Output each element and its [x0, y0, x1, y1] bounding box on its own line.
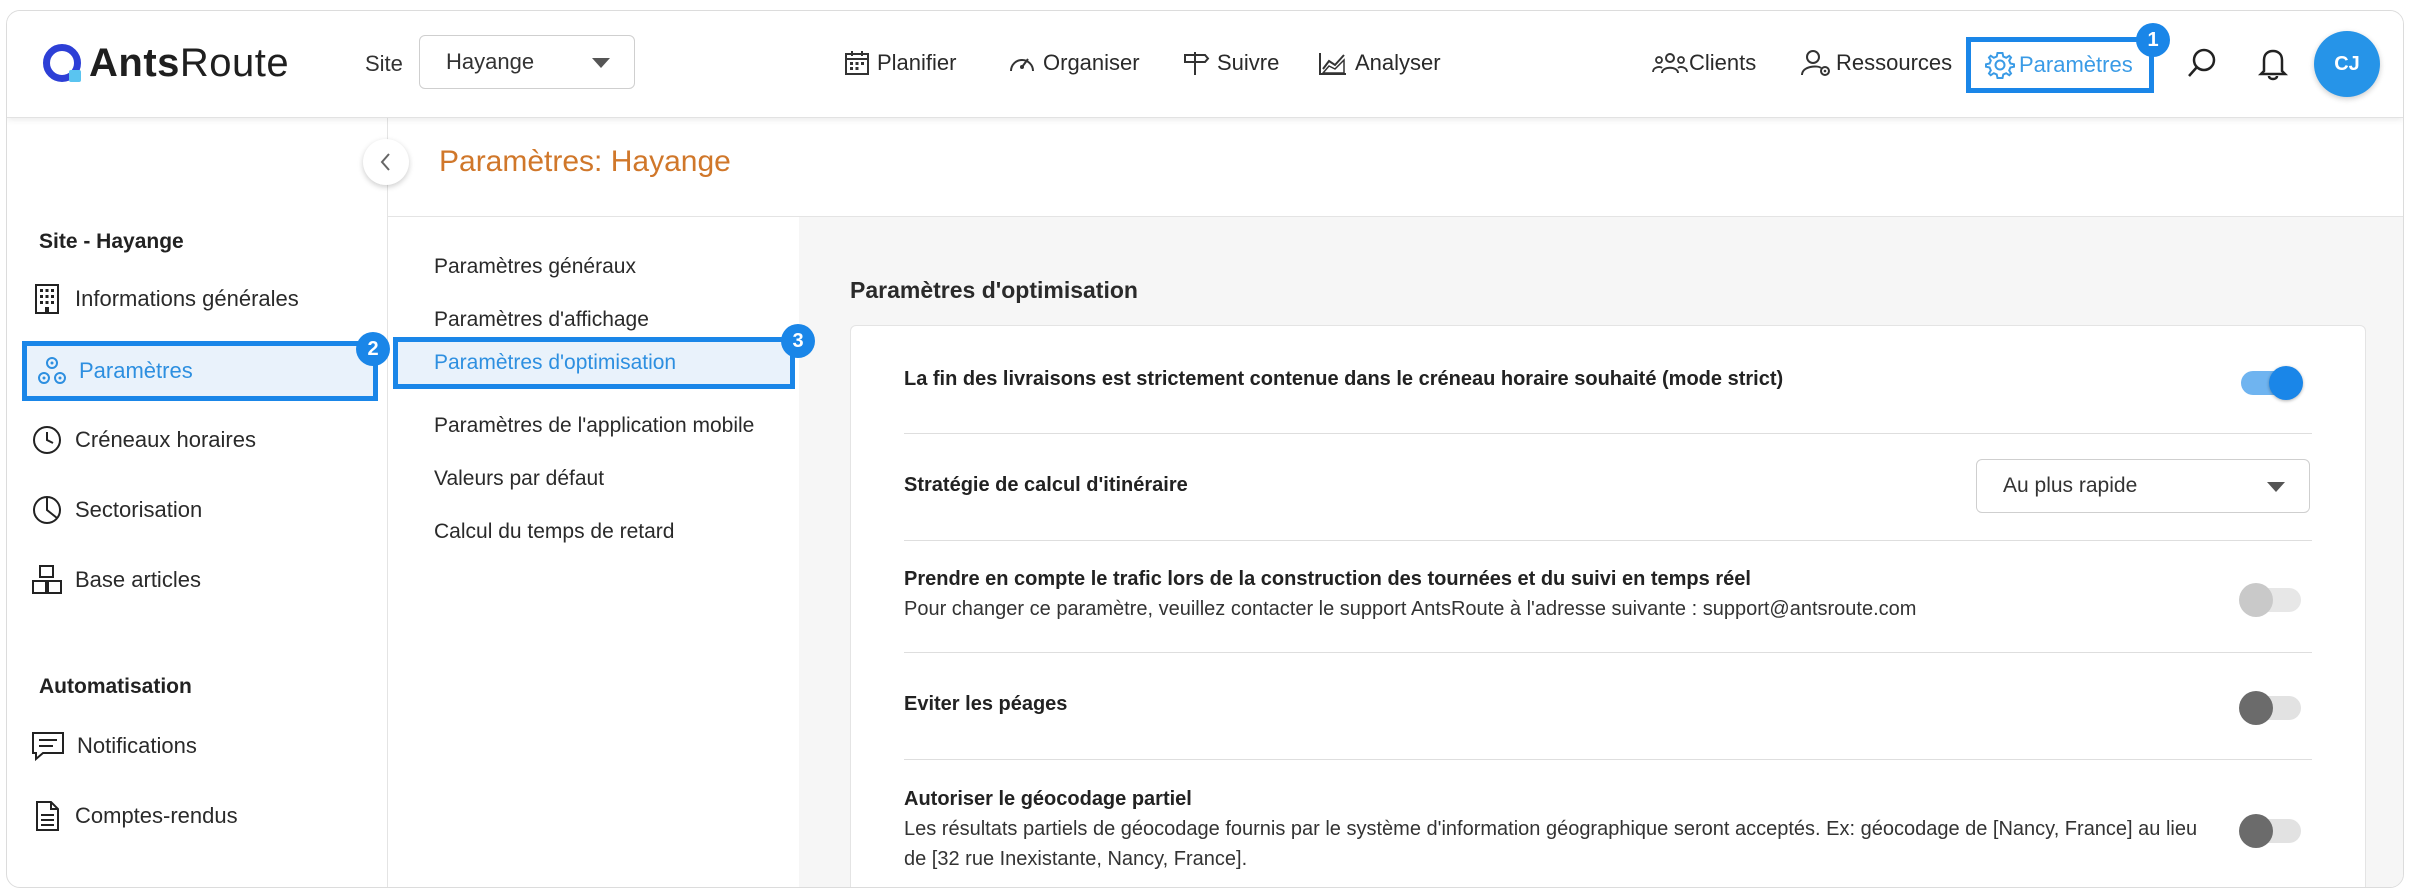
step-badge-2: 2 [356, 332, 390, 366]
row-divider [904, 759, 2312, 760]
step-badge-1: 1 [2136, 23, 2170, 57]
route-strategy-select[interactable]: Au plus rapide [1976, 459, 2310, 513]
sidebar-item-label: Créneaux horaires [75, 427, 256, 452]
sidebar-item-sectorisation[interactable]: Sectorisation [31, 485, 202, 535]
sidebar-item-label: Base articles [75, 567, 201, 592]
boxes-icon [32, 565, 62, 594]
bell-icon[interactable] [2257, 45, 2289, 81]
strict-mode-toggle[interactable] [2241, 366, 2303, 400]
route-strategy-value: Au plus rapide [2003, 474, 2138, 497]
site-select-value: Hayange [446, 49, 535, 74]
gear-icon [1985, 52, 2015, 79]
sidebar-item-notifications[interactable]: Notifications [31, 721, 197, 771]
sidebar-item-label: Sectorisation [75, 497, 203, 522]
user-avatar[interactable]: CJ [2314, 31, 2380, 97]
logo-mark-icon [43, 44, 81, 82]
message-icon [32, 732, 64, 762]
toggle-knob [2239, 583, 2273, 617]
submenu-item-temps-retard[interactable]: Calcul du temps de retard [434, 520, 674, 544]
nav-analyser[interactable]: Analyser [1317, 41, 1441, 85]
sidebar-item-comptes-rendus[interactable]: Comptes-rendus [31, 791, 238, 841]
toggle-knob [2239, 814, 2273, 848]
section-title-optimisation: Paramètres d'optimisation [850, 277, 1138, 303]
settings-submenu: Paramètres généraux Paramètres d'afficha… [388, 217, 800, 887]
nav-ressources-label: Ressources [1836, 50, 1953, 75]
nav-ressources[interactable]: Ressources [1800, 41, 1952, 85]
chevron-down-icon [2267, 482, 2285, 492]
chevron-left-icon [380, 153, 390, 171]
setting-strategy-label: Stratégie de calcul d'itinéraire [904, 474, 1188, 496]
settings-sidebar: Site - Hayange Informations générales Pa… [7, 118, 390, 887]
nav-clients[interactable]: Clients [1651, 41, 1756, 85]
sidebar-item-label: Comptes-rendus [75, 803, 238, 828]
row-divider [904, 433, 2312, 434]
search-icon[interactable] [2185, 45, 2221, 81]
submenu-item-affichage[interactable]: Paramètres d'affichage [434, 308, 649, 332]
signpost-icon [1184, 52, 1210, 75]
sidebar-item-label: Paramètres [79, 358, 193, 383]
sidebar-item-creneaux[interactable]: Créneaux horaires [31, 415, 256, 465]
nav-organiser[interactable]: Organiser [1007, 41, 1140, 85]
partial-geocoding-toggle[interactable] [2239, 814, 2301, 848]
antsroute-logo[interactable]: AntsRoute [43, 39, 289, 87]
step-badge-3: 3 [781, 324, 815, 358]
logo-text: AntsRoute [89, 40, 290, 85]
speedometer-icon [1010, 58, 1034, 72]
site-select[interactable]: Hayange [419, 35, 635, 89]
site-label: Site [365, 51, 403, 76]
optimisation-card: La fin des livraisons est strictement co… [850, 325, 2366, 887]
nav-clients-label: Clients [1689, 50, 1757, 75]
calendar-icon [845, 51, 869, 75]
sidebar-section-site: Site - Hayange [39, 230, 184, 253]
chart-icon [1319, 53, 1346, 75]
document-icon [36, 801, 59, 831]
page-title: Paramètres: Hayange [439, 145, 731, 178]
nav-suivre[interactable]: Suivre [1181, 41, 1279, 85]
setting-geocoding-label: Autoriser le géocodage partiel [904, 788, 1192, 810]
traffic-toggle[interactable] [2239, 583, 2301, 617]
sidebar-section-automatisation: Automatisation [39, 675, 192, 698]
app-window: AntsRoute Site Hayange Planifier Organis… [6, 10, 2404, 888]
toggle-knob [2239, 691, 2273, 725]
submenu-item-generaux[interactable]: Paramètres généraux [434, 255, 636, 279]
chevron-down-icon [592, 58, 610, 68]
sidebar-item-parametres[interactable]: Paramètres [22, 341, 378, 401]
setting-traffic-label: Prendre en compte le trafic lors de la c… [904, 568, 1751, 590]
setting-strict-mode-label: La fin des livraisons est strictement co… [904, 368, 1784, 390]
sidebar-item-informations[interactable]: Informations générales [31, 274, 299, 324]
submenu-item-application-mobile[interactable]: Paramètres de l'application mobile [434, 414, 754, 438]
nav-planifier-label: Planifier [877, 50, 957, 75]
user-gear-icon [1801, 50, 1830, 76]
sidebar-item-label: Informations générales [75, 286, 299, 311]
gears-icon [38, 357, 66, 384]
building-icon [35, 284, 59, 314]
toggle-knob [2269, 366, 2303, 400]
collapse-sidebar-button[interactable] [363, 139, 409, 185]
row-divider [904, 540, 2312, 541]
pie-icon [33, 496, 61, 524]
setting-traffic-desc: Pour changer ce paramètre, veuillez cont… [904, 598, 1917, 620]
nav-parametres-label: Paramètres [2019, 52, 2133, 77]
sidebar-item-base-articles[interactable]: Base articles [31, 555, 201, 605]
clock-icon [33, 426, 61, 454]
row-divider [904, 652, 2312, 653]
setting-geocoding-desc: Les résultats partiels de géocodage four… [904, 818, 2198, 870]
sidebar-item-label: Notifications [77, 733, 197, 758]
nav-analyser-label: Analyser [1355, 50, 1441, 75]
submenu-item-optimisation[interactable]: Paramètres d'optimisation [393, 337, 795, 389]
submenu-item-valeurs-defaut[interactable]: Valeurs par défaut [434, 467, 604, 491]
nav-organiser-label: Organiser [1043, 50, 1140, 75]
avoid-tolls-toggle[interactable] [2239, 691, 2301, 725]
top-header: AntsRoute Site Hayange Planifier Organis… [7, 11, 2403, 118]
nav-planifier[interactable]: Planifier [843, 41, 956, 85]
setting-tolls-label: Eviter les péages [904, 693, 1068, 715]
nav-parametres[interactable]: Paramètres [1966, 37, 2154, 93]
users-group-icon [1652, 53, 1688, 74]
nav-suivre-label: Suivre [1217, 50, 1280, 75]
